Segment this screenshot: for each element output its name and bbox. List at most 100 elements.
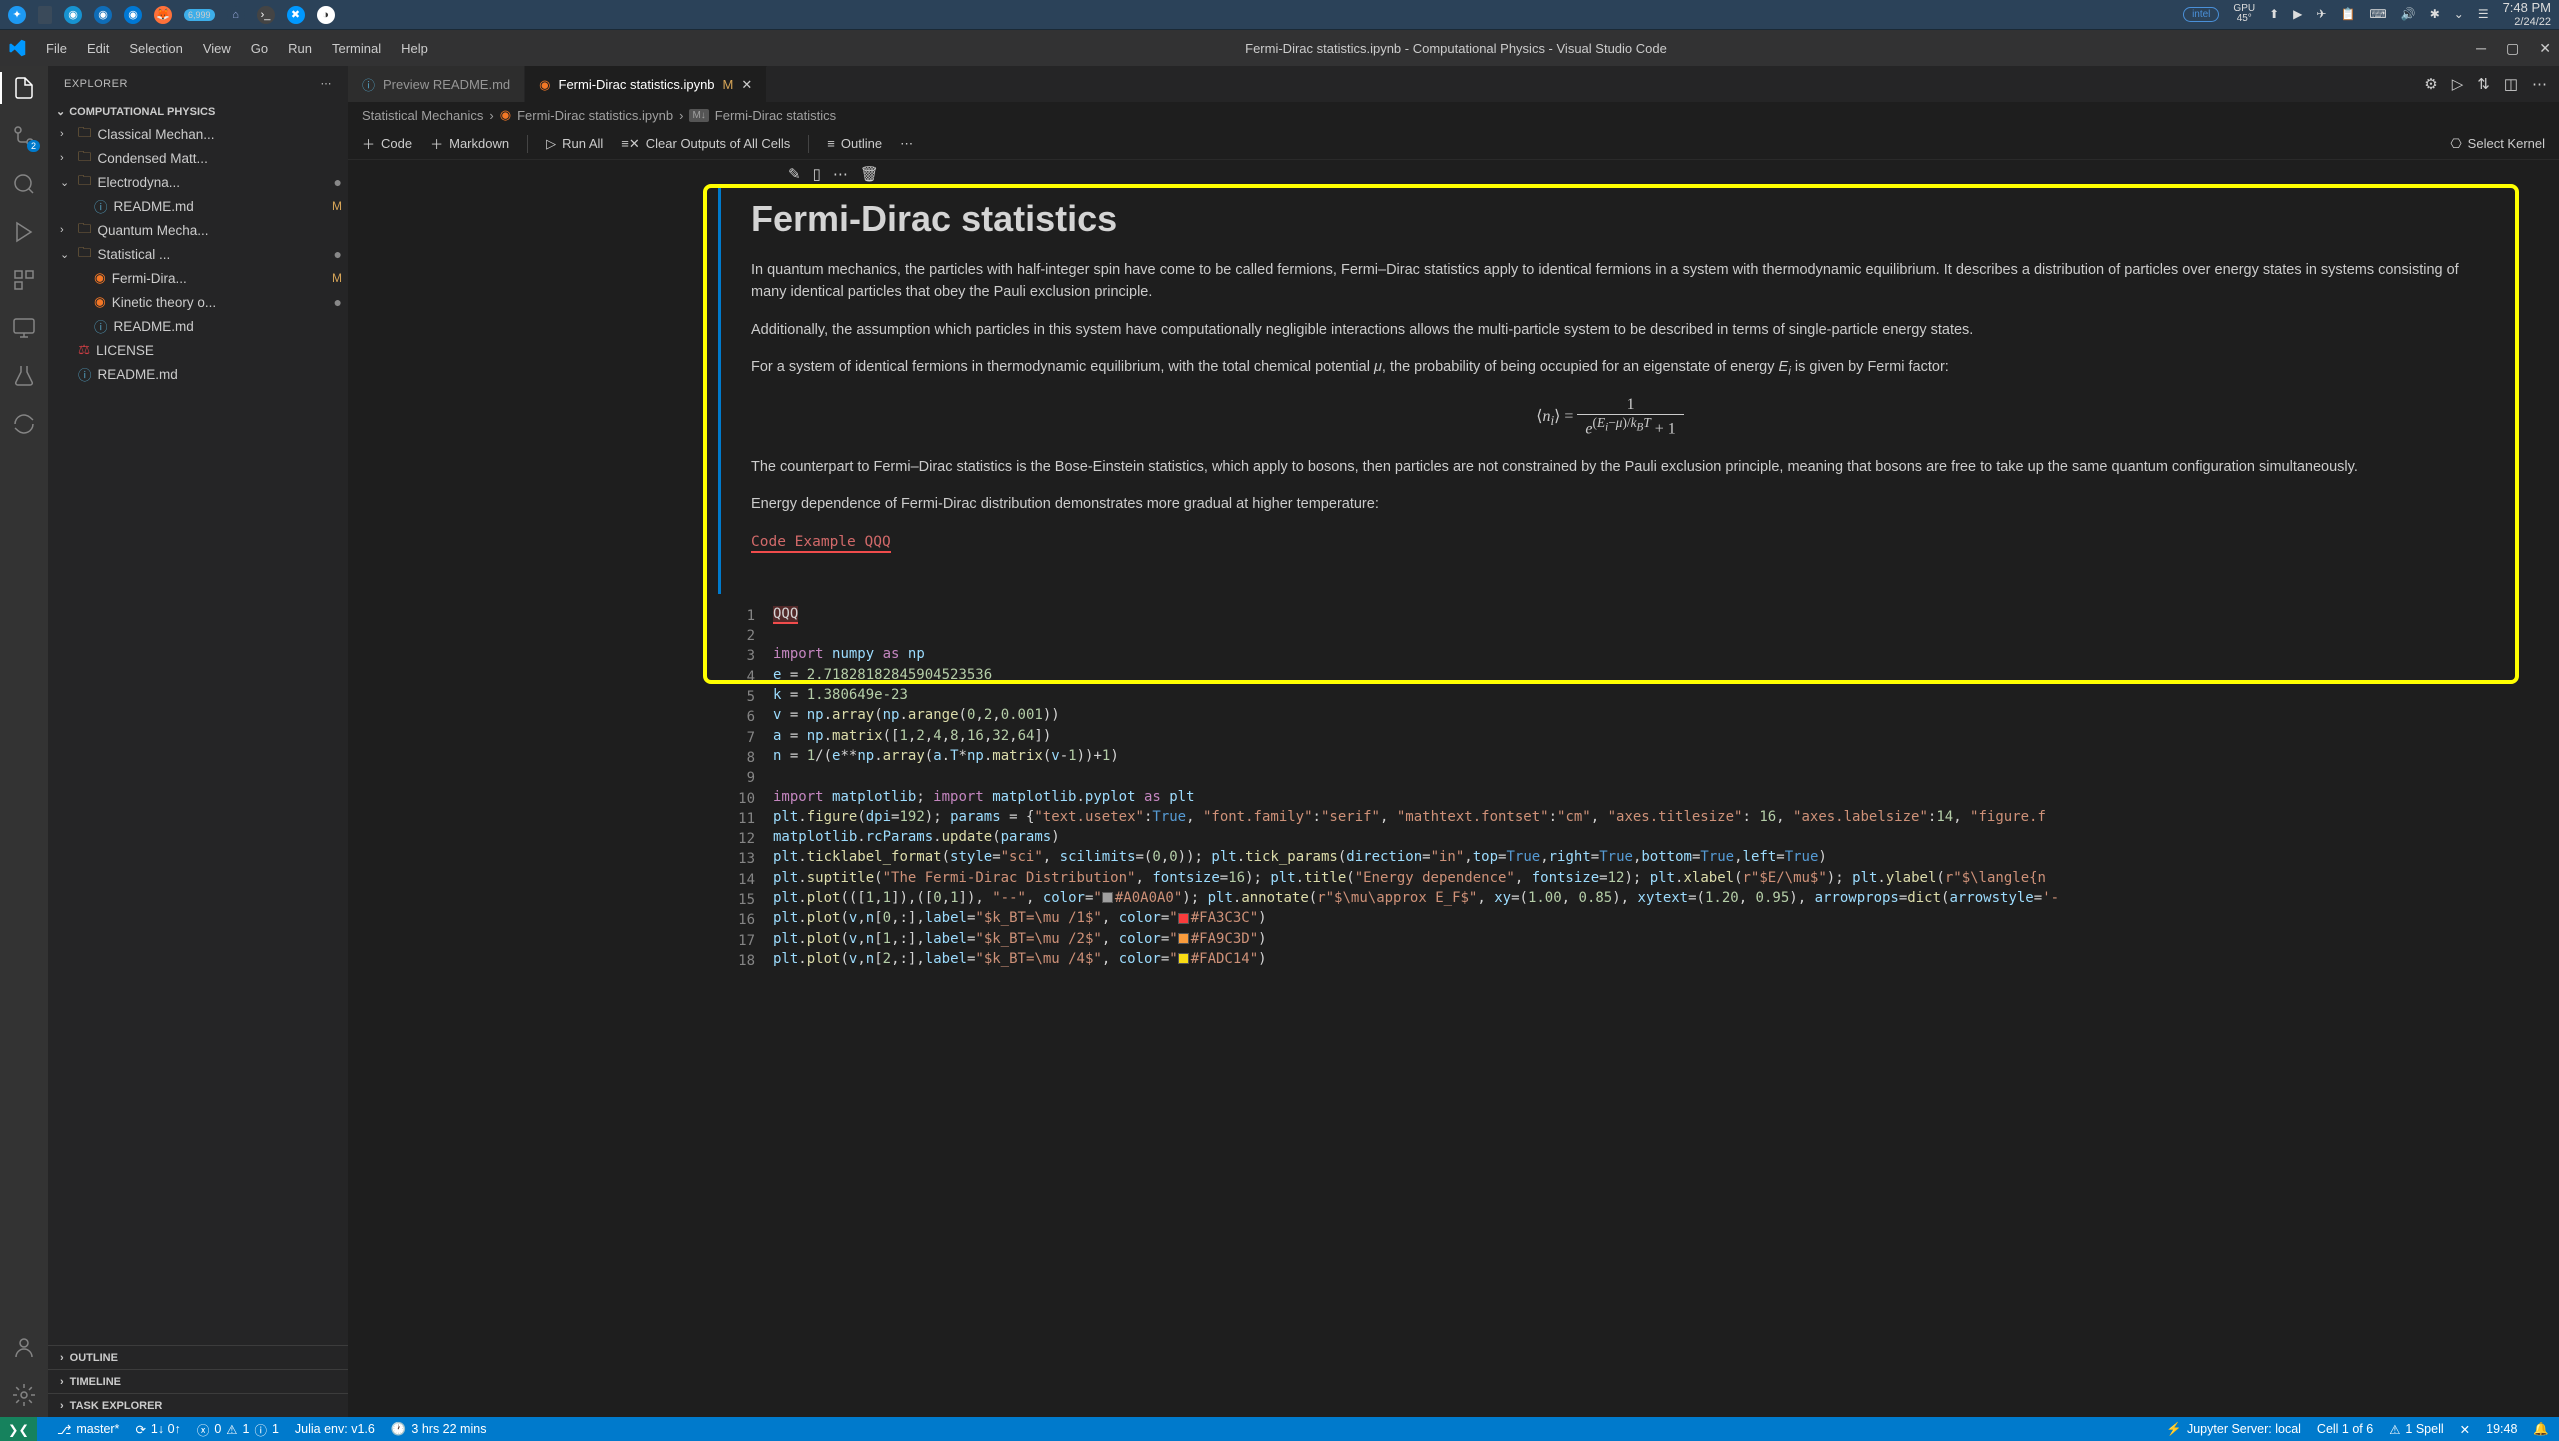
file-tree: ›🗀Classical Mechan...›🗀Condensed Matt...… <box>48 122 348 386</box>
account-icon[interactable] <box>12 1335 36 1359</box>
titlebar: File Edit Selection View Go Run Terminal… <box>0 30 2559 66</box>
up-arrow-icon[interactable]: ⬆ <box>2269 7 2279 21</box>
tree-file[interactable]: ⓘREADME.md <box>48 314 348 338</box>
cell-position[interactable]: Cell 1 of 6 <box>2317 1422 2373 1437</box>
tree-file[interactable]: ⓘREADME.mdM <box>48 194 348 218</box>
wakatime[interactable]: 🕐3 hrs 22 mins <box>391 1422 487 1437</box>
tab-readme[interactable]: ⓘ Preview README.md <box>348 66 525 102</box>
scm-icon[interactable]: 2 <box>12 124 36 148</box>
clear-outputs-button[interactable]: ≡✕Clear Outputs of All Cells <box>621 136 790 152</box>
tree-file[interactable]: ⓘREADME.md <box>48 362 348 386</box>
menu-terminal[interactable]: Terminal <box>324 37 389 60</box>
more-icon[interactable]: ⋯ <box>833 165 848 183</box>
bluetooth-icon[interactable]: ✱ <box>2430 7 2440 21</box>
add-code-button[interactable]: ＋Code <box>362 134 412 153</box>
julia-env[interactable]: Julia env: v1.6 <box>295 1422 375 1436</box>
extensions-icon[interactable] <box>12 268 36 292</box>
menu-bar: File Edit Selection View Go Run Terminal… <box>38 37 436 60</box>
task-explorer-section[interactable]: ›TASK EXPLORER <box>48 1393 348 1417</box>
play-icon[interactable]: ▶ <box>2293 7 2302 21</box>
diff-icon[interactable]: ⇅ <box>2477 75 2490 93</box>
tab-bar: ⓘ Preview README.md ◉ Fermi-Dirac statis… <box>348 66 2559 102</box>
breadcrumb[interactable]: Statistical Mechanics› ◉Fermi-Dirac stat… <box>348 102 2559 128</box>
menu-go[interactable]: Go <box>243 37 276 60</box>
notebook-body[interactable]: ✎ ▯ ⋯ 🗑 Fermi-Dirac statistics In quantu… <box>348 160 2559 1417</box>
keyboard-icon[interactable]: ⌨ <box>2369 7 2386 21</box>
tree-folder[interactable]: ⌄🗀Electrodyna...● <box>48 170 348 194</box>
gear-icon[interactable] <box>12 1383 36 1407</box>
minimize-icon[interactable]: ─ <box>2476 40 2486 57</box>
telegram-icon[interactable]: ✈ <box>2316 7 2326 21</box>
branch-indicator[interactable]: ⎇master* <box>57 1422 119 1437</box>
gear-icon[interactable]: ⚙ <box>2424 75 2437 93</box>
tree-folder[interactable]: ›🗀Condensed Matt... <box>48 146 348 170</box>
tree-file[interactable]: ⚖LICENSE <box>48 338 348 362</box>
explorer-icon[interactable] <box>12 76 36 100</box>
problems-indicator[interactable]: ⓧ0 ⚠1 ⓘ1 <box>197 1420 279 1439</box>
workspace-header[interactable]: ⌄COMPUTATIONAL PHYSICS <box>48 101 348 122</box>
tree-file[interactable]: ◉Kinetic theory o...● <box>48 290 348 314</box>
more-icon[interactable]: ⋯ <box>2532 75 2547 93</box>
search-icon[interactable] <box>12 172 36 196</box>
tree-file[interactable]: ◉Fermi-Dira...M <box>48 266 348 290</box>
spell-check[interactable]: ⚠1 Spell <box>2389 1422 2443 1437</box>
app-icon[interactable]: ◉ <box>64 6 82 24</box>
maximize-icon[interactable]: ▢ <box>2506 40 2519 57</box>
more-icon[interactable]: ⋯ <box>900 136 913 152</box>
menu-view[interactable]: View <box>195 37 239 60</box>
menu-icon[interactable]: ☰ <box>2478 7 2489 21</box>
more-icon[interactable]: ⋯ <box>321 77 333 90</box>
remote-indicator[interactable]: ❯❮ <box>0 1417 37 1441</box>
md-heading: Fermi-Dirac statistics <box>751 198 2469 240</box>
volume-icon[interactable]: 🔊 <box>2401 7 2416 21</box>
select-kernel-button[interactable]: ⎔Select Kernel <box>2450 136 2545 152</box>
kde-icon[interactable]: ✦ <box>8 6 26 24</box>
markdown-cell[interactable]: Fermi-Dirac statistics In quantum mechan… <box>718 188 2499 594</box>
tree-folder[interactable]: ›🗀Quantum Mecha... <box>48 218 348 242</box>
firefox-icon[interactable]: 🦊 <box>154 6 172 24</box>
add-markdown-button[interactable]: ＋Markdown <box>430 134 509 153</box>
app-icon[interactable] <box>38 6 52 24</box>
menu-run[interactable]: Run <box>280 37 320 60</box>
code-cell[interactable]: 123456789101112131415161718 QQQ import n… <box>718 604 2499 971</box>
outline-section[interactable]: ›OUTLINE <box>48 1345 348 1369</box>
menu-help[interactable]: Help <box>393 37 436 60</box>
prettier[interactable]: ✕ <box>2460 1422 2470 1437</box>
clock-indicator[interactable]: 19:48 <box>2486 1422 2517 1437</box>
split-cell-icon[interactable]: ▯ <box>813 165 821 183</box>
menu-file[interactable]: File <box>38 37 75 60</box>
code-content[interactable]: QQQ import numpy as np e = 2.71828182845… <box>773 604 2499 971</box>
menu-edit[interactable]: Edit <box>79 37 117 60</box>
app-icon[interactable]: ◉ <box>94 6 112 24</box>
run-icon[interactable] <box>12 220 36 244</box>
notebook-toolbar: ＋Code ＋Markdown ▷Run All ≡✕Clear Outputs… <box>348 128 2559 160</box>
close-icon[interactable]: ✕ <box>741 77 752 93</box>
app-icon[interactable]: ›_ <box>257 6 275 24</box>
edit-icon[interactable]: ✎ <box>788 165 801 183</box>
clipboard-icon[interactable]: 📋 <box>2340 7 2355 21</box>
outline-button[interactable]: ≡Outline <box>827 136 882 151</box>
test-icon[interactable] <box>12 364 36 388</box>
bell-icon[interactable]: 🔔 <box>2533 1422 2549 1437</box>
sync-icon[interactable] <box>12 412 36 436</box>
app-icon[interactable]: ⌂ <box>227 6 245 24</box>
app-icon[interactable]: ◑ <box>317 6 335 24</box>
timeline-section[interactable]: ›TIMELINE <box>48 1369 348 1393</box>
delete-icon[interactable]: 🗑 <box>860 165 879 183</box>
sync-indicator[interactable]: ⟳1↓ 0↑ <box>135 1422 180 1437</box>
tab-notebook[interactable]: ◉ Fermi-Dirac statistics.ipynb M ✕ <box>525 66 767 102</box>
tree-folder[interactable]: ⌄🗀Statistical ...● <box>48 242 348 266</box>
close-icon[interactable]: ✕ <box>2539 40 2551 57</box>
md-paragraph: Energy dependence of Fermi-Dirac distrib… <box>751 494 2469 516</box>
run-all-button[interactable]: ▷Run All <box>546 136 603 152</box>
menu-selection[interactable]: Selection <box>121 37 190 60</box>
app-icon[interactable]: ✖ <box>287 6 305 24</box>
split-icon[interactable]: ◫ <box>2504 75 2518 93</box>
run-icon[interactable]: ▷ <box>2452 75 2464 93</box>
app-icon[interactable]: ◉ <box>124 6 142 24</box>
remote-icon[interactable] <box>12 316 36 340</box>
jupyter-server[interactable]: ⚡Jupyter Server: local <box>2166 1422 2301 1437</box>
chevron-down-icon[interactable]: ⌄ <box>2454 7 2464 21</box>
clock[interactable]: 7:48 PM 2/24/22 <box>2503 1 2551 27</box>
tree-folder[interactable]: ›🗀Classical Mechan... <box>48 122 348 146</box>
